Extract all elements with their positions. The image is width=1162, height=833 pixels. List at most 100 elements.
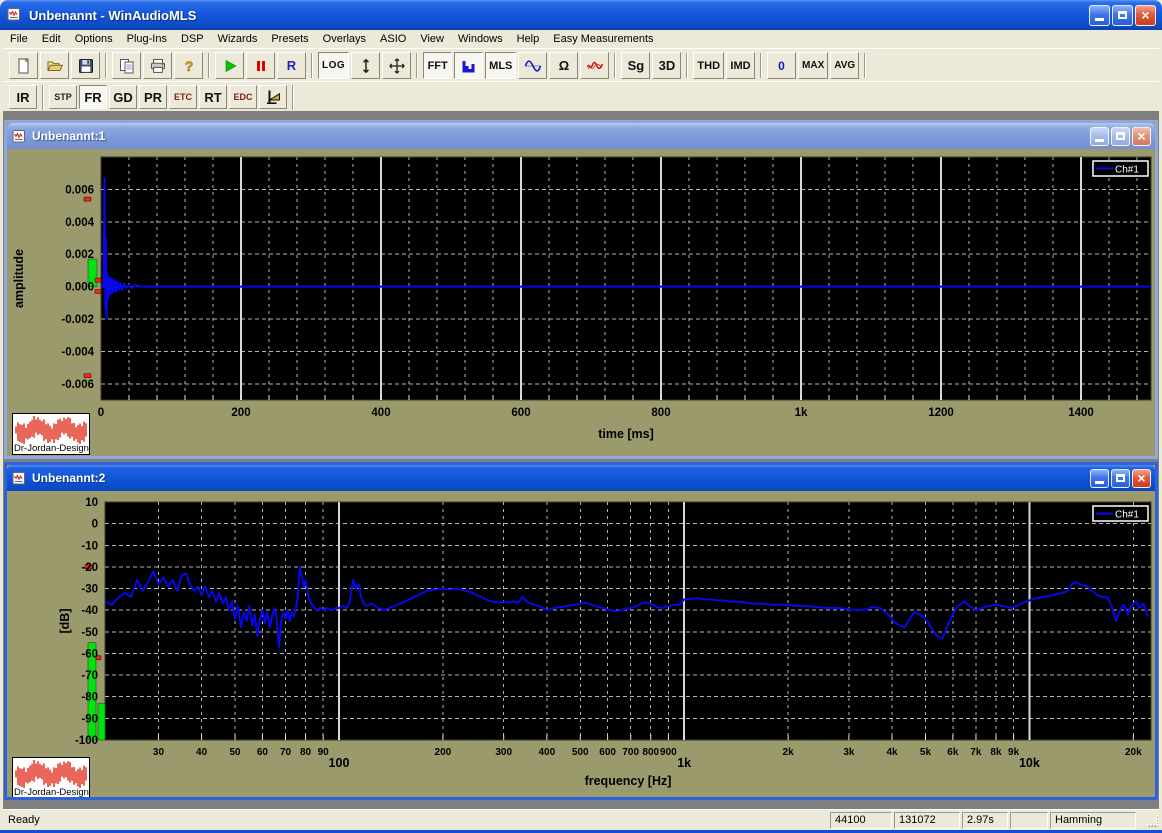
toolbar-button-phase-response[interactable]: PR <box>139 85 167 109</box>
y-tick-label: -0.004 <box>61 346 94 358</box>
help-icon: ? <box>184 57 193 73</box>
toolbar-separator <box>614 53 617 78</box>
toolbar-button-spectrum[interactable] <box>454 52 484 79</box>
spectrum-icon <box>462 60 475 72</box>
toolbar-button-reverb-time[interactable]: RT <box>199 85 227 109</box>
toolbar-button-step-response[interactable]: STP <box>49 85 77 109</box>
menu-edit[interactable]: Edit <box>35 32 68 46</box>
toolbar-button-save-file[interactable] <box>71 52 100 79</box>
menu-help[interactable]: Help <box>510 32 547 46</box>
main-titlebar[interactable]: Unbenannt - WinAudioMLS × <box>0 0 1162 30</box>
y-tick-label: -0.002 <box>61 314 94 326</box>
toolbar-button-pan-move[interactable] <box>382 52 412 79</box>
x-axis-label: frequency [Hz] <box>585 774 672 788</box>
child-window-2-titlebar[interactable]: Unbenannt:2 × <box>7 465 1155 491</box>
svg-text:Ch#1: Ch#1 <box>1115 510 1139 521</box>
menu-overlays[interactable]: Overlays <box>316 32 373 46</box>
menu-presets[interactable]: Presets <box>264 32 315 46</box>
y-tick-label: 0.004 <box>65 217 94 229</box>
toolbar-button-sine-signal[interactable] <box>518 52 548 79</box>
menu-options[interactable]: Options <box>68 32 120 46</box>
application-window: Unbenannt - WinAudioMLS × File Edit Option… <box>0 0 1162 833</box>
toolbar-button-average[interactable]: AVG <box>830 52 860 79</box>
toolbar-button-new-file[interactable] <box>9 52 38 79</box>
toolbar-button-group-delay[interactable]: GD <box>109 85 137 109</box>
resize-grip[interactable] <box>1144 812 1159 828</box>
toolbar-button-copy[interactable] <box>112 52 141 79</box>
toolbar-button-energy-time-curve[interactable]: ETC <box>169 85 197 109</box>
child1-maximize-button[interactable] <box>1111 126 1130 146</box>
status-duration: 2.97s <box>962 811 1008 829</box>
child2-maximize-button[interactable] <box>1111 468 1130 488</box>
x-minor-tick-label: 7k <box>970 747 982 758</box>
impulse-chart: Ch#1 0.006 0.004 0.002 0.000 -0.002 -0.004 -0.0… <box>7 149 1155 456</box>
toolbar-button-impulse-response[interactable]: IR <box>9 85 37 109</box>
x-minor-tick-label: 6k <box>947 747 959 758</box>
toolbar-button-thd[interactable]: THD <box>693 52 725 79</box>
dr-jordan-design-logo: Dr-Jordan-Design <box>12 757 90 797</box>
x-tick-label: 800 <box>651 407 670 419</box>
freq-response-plot: Ch#1100-10-20-30-40-50-60-70-80-90-100[d… <box>58 497 1152 788</box>
menu-file[interactable]: File <box>3 32 35 46</box>
child-window-1-titlebar[interactable]: Unbenannt:1 × <box>7 123 1155 149</box>
main-toolbar: ? R LOG FFT MLS Ω Sg 3D THD IMD 0 MAX AVG <box>3 48 1159 82</box>
y-tick-label: -100 <box>75 735 98 747</box>
y-tick-label: 0.006 <box>65 184 94 196</box>
status-message: Ready <box>8 814 40 826</box>
x-minor-tick-label: 70 <box>280 747 292 758</box>
floppy-icon <box>78 58 93 73</box>
menu-asio[interactable]: ASIO <box>373 32 413 46</box>
menu-bar: File Edit Options Plug-Ins DSP Wizards Presets… <box>3 30 1159 49</box>
red-waveform-icon <box>15 415 87 444</box>
y-tick-label: 0.000 <box>65 282 94 294</box>
x-minor-tick-label: 300 <box>495 747 512 758</box>
menu-easy-measurements[interactable]: Easy Measurements <box>546 32 660 46</box>
x-axis-label: time [ms] <box>598 427 654 441</box>
toolbar-button-help[interactable]: ? <box>174 52 203 79</box>
child1-minimize-button[interactable] <box>1090 126 1109 146</box>
status-fft-size: 131072 <box>894 811 960 829</box>
child2-minimize-button[interactable] <box>1090 468 1109 488</box>
toolbar-button-log-scale[interactable]: LOG <box>318 52 350 79</box>
window-title: Unbenannt - WinAudioMLS <box>29 7 197 23</box>
toolbar-button-imd[interactable]: IMD <box>726 52 756 79</box>
child2-close-button[interactable]: × <box>1132 468 1151 488</box>
toolbar-button-polar-wave[interactable] <box>580 52 610 79</box>
menu-dsp[interactable]: DSP <box>174 32 211 46</box>
x-minor-tick-label: 800 <box>642 747 659 758</box>
toolbar-button-record[interactable]: R <box>277 52 306 79</box>
peak-hold-marker <box>94 277 102 283</box>
legend: Ch#1 <box>1092 505 1149 522</box>
menu-view[interactable]: View <box>413 32 451 46</box>
menu-windows[interactable]: Windows <box>451 32 510 46</box>
toolbar-button-waterfall-3d[interactable]: 3D <box>652 52 682 79</box>
impulse-plot: Ch#1 0.006 0.004 0.002 0.000 -0.002 -0.004 -0.0… <box>12 156 1152 441</box>
toolbar-button-max-hold[interactable]: MAX <box>798 52 829 79</box>
maximize-button[interactable] <box>1112 4 1133 26</box>
child1-close-button[interactable]: × <box>1132 126 1151 146</box>
toolbar-button-zero[interactable]: 0 <box>767 52 797 79</box>
sine-icon <box>524 59 542 72</box>
toolbar-button-fft[interactable]: FFT <box>423 52 453 79</box>
toolbar-button-energy-decay-curve[interactable]: EDC <box>229 85 257 109</box>
menu-wizards[interactable]: Wizards <box>211 32 265 46</box>
toolbar-button-frequency-response[interactable]: FR <box>79 85 107 109</box>
toolbar-button-play[interactable] <box>215 52 244 79</box>
toolbar-button-mls[interactable]: MLS <box>485 52 517 79</box>
minimize-button[interactable] <box>1089 4 1110 26</box>
x-tick-label: 1400 <box>1068 407 1094 419</box>
copy-icon <box>119 58 133 73</box>
status-window-function: Hamming <box>1050 811 1136 829</box>
toolbar-button-vertical-scale[interactable] <box>351 52 381 79</box>
close-button[interactable]: × <box>1135 4 1156 26</box>
toolbar-separator <box>105 53 107 78</box>
toolbar-button-impedance[interactable]: Ω <box>549 52 579 79</box>
toolbar-button-print[interactable] <box>143 52 172 79</box>
toolbar-button-open-file[interactable] <box>40 52 69 79</box>
toolbar-button-signal-generator[interactable]: Sg <box>621 52 651 79</box>
toolbar-button-generator[interactable] <box>259 85 287 109</box>
svg-text:Ch#1: Ch#1 <box>1115 165 1139 176</box>
menu-plug-ins[interactable]: Plug-Ins <box>120 32 174 46</box>
toolbar-separator <box>42 84 44 110</box>
toolbar-button-pause[interactable] <box>246 52 275 79</box>
